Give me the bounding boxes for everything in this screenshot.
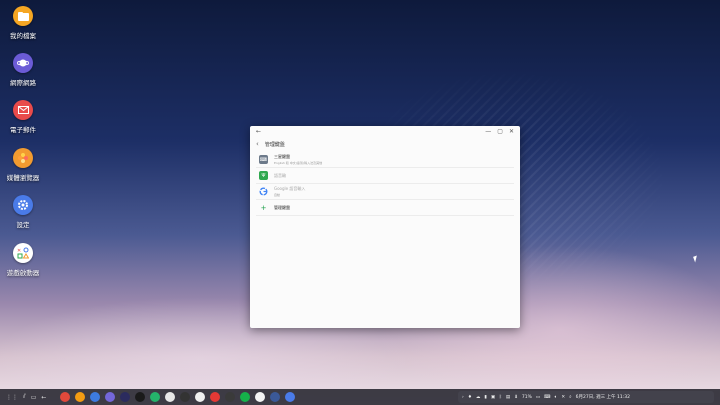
desktop-label: 網際網路 <box>10 79 36 87</box>
row-subtitle: 自動 <box>274 193 281 197</box>
chevron-right-icon[interactable]: › <box>462 395 464 400</box>
minimize-button[interactable]: — <box>485 128 491 135</box>
keyboard-icon: ⌨ <box>259 155 268 164</box>
taskbar-nav: ⋮⋮ ⫽ ▭ ← <box>6 391 46 403</box>
row-title: 三星鍵盤 <box>274 154 290 159</box>
manage-keyboards-label: 管理鍵盤 <box>274 204 290 210</box>
row-title: 語音輸 <box>274 172 286 178</box>
desktop-settings[interactable]: 設定 <box>0 195 46 229</box>
svg-text:✕: ✕ <box>17 248 21 254</box>
taskbar: ⋮⋮ ⫽ ▭ ← › ♦ ☁ ▮ ▣ ᛒ ▤ ⬇ 71% ▭ ⌨ 🔈︎ ✕ ⌕ … <box>0 389 720 405</box>
page-header: ‹ 管理鍵盤 <box>250 136 520 152</box>
window-titlebar: ← — ▢ ✕ <box>250 126 520 136</box>
camera-app-icon[interactable] <box>210 392 220 402</box>
desktop-label: 遊戲啟動器 <box>6 269 40 277</box>
clock-app-icon[interactable] <box>195 392 205 402</box>
battery-level: 71% <box>521 394 532 400</box>
store-app-icon[interactable] <box>165 392 175 402</box>
apps-app-icon[interactable] <box>120 392 130 402</box>
screen-icon[interactable]: ▣ <box>491 395 495 400</box>
voice-input-icon: Ψ <box>259 171 268 180</box>
bluetooth-icon[interactable]: ᛒ <box>499 394 502 400</box>
wifi-off-icon[interactable]: ✕ <box>561 395 565 400</box>
gear-icon <box>13 195 33 215</box>
system-tray: › ♦ ☁ ▮ ▣ ᛒ ▤ ⬇ 71% ▭ ⌨ 🔈︎ ✕ ⌕ 6月27日, 週三… <box>458 391 714 403</box>
internet-app-icon[interactable] <box>105 392 115 402</box>
chrome-app-icon[interactable] <box>60 392 70 402</box>
photos-app-icon[interactable] <box>225 392 235 402</box>
download-icon[interactable]: ⬇ <box>514 395 518 400</box>
line-app-icon[interactable] <box>240 392 250 402</box>
row-subtitle: English 和 中文(臺灣)輸入法及其他 <box>274 161 323 165</box>
play-store-app-icon[interactable] <box>150 392 160 402</box>
taskbar-apps <box>60 391 295 403</box>
folder-icon <box>13 6 33 26</box>
google-icon <box>259 187 268 196</box>
apps-grid-icon[interactable]: ⋮⋮ <box>6 394 18 401</box>
window-controls: — ▢ ✕ <box>479 128 514 135</box>
manage-keyboards-button[interactable]: + 管理鍵盤 <box>256 200 514 216</box>
desktop-label: 電子郵件 <box>10 126 36 134</box>
list-item-voice-input[interactable]: Ψ 語音輸 <box>256 168 514 184</box>
game-launcher-icon: ✕ <box>13 243 33 263</box>
facebook-app-icon[interactable] <box>270 392 280 402</box>
clock-datetime[interactable]: 6月27日, 週三 上午 11:32 <box>576 394 630 400</box>
battery-icon: ▭ <box>535 394 541 400</box>
cloud-icon[interactable]: ☁ <box>476 395 481 400</box>
manage-keyboard-window: ← — ▢ ✕ ‹ 管理鍵盤 ⌨ 三星鍵盤 English 和 中文(臺灣)輸入法及… <box>250 126 520 328</box>
row-title: Google 語音輸入 <box>274 186 306 191</box>
list-item-google-voice[interactable]: Google 語音輸入 自動 <box>256 184 514 200</box>
search-icon[interactable]: ⌕ <box>569 394 572 400</box>
mic-icon[interactable]: ▮ <box>484 395 486 400</box>
close-button[interactable]: ✕ <box>509 128 514 135</box>
window-back-icon[interactable]: ← <box>256 128 261 135</box>
desktop-label: 我的檔案 <box>10 32 36 40</box>
mail-app-icon[interactable] <box>255 392 265 402</box>
volume-icon[interactable]: 🔈︎ <box>555 394 558 400</box>
home-icon[interactable]: ▭ <box>31 394 37 401</box>
desktop-label: 設定 <box>16 221 30 229</box>
image-icon[interactable]: ▤ <box>506 395 510 400</box>
internet-planet-icon <box>13 53 33 73</box>
keyboard-tray-icon[interactable]: ⌨ <box>544 395 551 400</box>
settings-app-icon[interactable] <box>285 392 295 402</box>
video-app-icon[interactable] <box>135 392 145 402</box>
recent-apps-icon[interactable]: ⫽ <box>23 393 26 401</box>
page-title: 管理鍵盤 <box>264 141 285 148</box>
notification-icon[interactable]: ♦ <box>468 395 472 400</box>
desktop-media-browser[interactable]: 媒體瀏覽器 <box>0 148 46 182</box>
back-icon[interactable]: ← <box>41 394 46 401</box>
gallery-app-icon[interactable] <box>90 392 100 402</box>
email-icon <box>13 100 33 120</box>
desktop-my-files[interactable]: 我的檔案 <box>0 6 46 40</box>
notes-app-icon[interactable] <box>75 392 85 402</box>
desktop-label: 媒體瀏覽器 <box>6 174 40 182</box>
desktop-game-launcher[interactable]: ✕ 遊戲啟動器 <box>0 243 46 277</box>
dark-app-icon[interactable] <box>180 392 190 402</box>
desktop-internet[interactable]: 網際網路 <box>0 53 46 87</box>
back-arrow-icon[interactable]: ‹ <box>256 140 259 148</box>
media-flower-icon <box>13 148 33 168</box>
maximize-button[interactable]: ▢ <box>497 128 503 135</box>
add-icon: + <box>260 203 267 212</box>
list-item-samsung-keyboard[interactable]: ⌨ 三星鍵盤 English 和 中文(臺灣)輸入法及其他 <box>256 152 514 168</box>
desktop-email[interactable]: 電子郵件 <box>0 100 46 134</box>
keyboard-list: ⌨ 三星鍵盤 English 和 中文(臺灣)輸入法及其他 Ψ 語音輸 Goog… <box>256 152 514 216</box>
